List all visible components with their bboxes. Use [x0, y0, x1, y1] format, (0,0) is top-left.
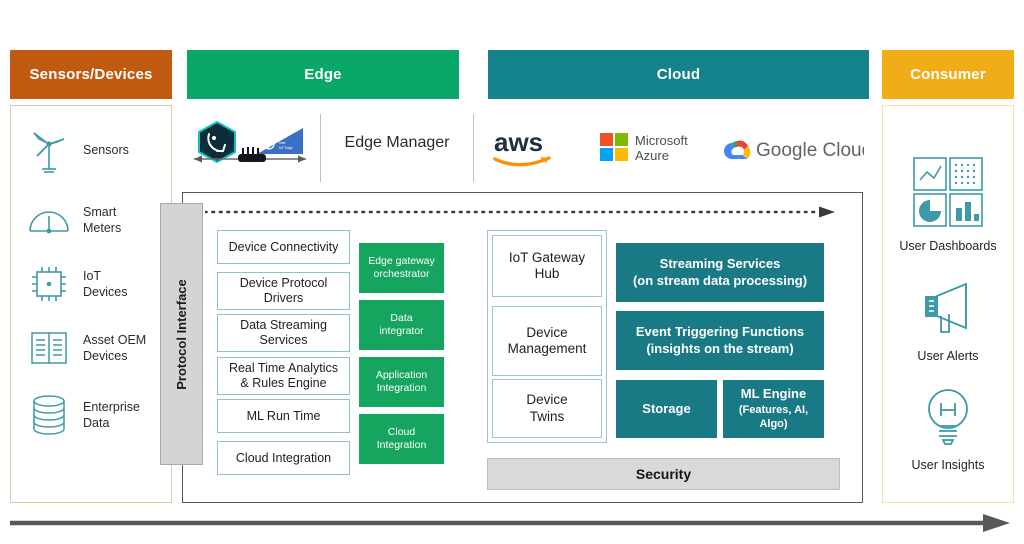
- edge-stack-box[interactable]: Cloud Integration: [217, 441, 350, 475]
- list-item-label: User Alerts: [917, 349, 979, 363]
- column-header-sensors-label: Sensors/Devices: [29, 66, 153, 83]
- cloud-service-streaming[interactable]: Streaming Services (on stream data proce…: [616, 243, 824, 302]
- architecture-diagram: Sensors/Devices Edge Cloud Consumer Sens…: [0, 0, 1024, 544]
- aws-logo-icon: aws: [493, 126, 571, 172]
- list-item: Smart Meters: [23, 194, 121, 246]
- svg-text:Google Cloud: Google Cloud: [756, 140, 864, 161]
- list-item: IoT Devices: [23, 258, 127, 310]
- edge-green-box[interactable]: Cloud Integration: [359, 414, 444, 464]
- cloud-service-ml-subtitle: (Features, AI, Algo): [738, 404, 809, 431]
- security-label: Security: [635, 466, 692, 482]
- gauge-meter-icon: [23, 194, 75, 246]
- column-header-edge-label: Edge: [304, 66, 342, 83]
- edge-device-bidirectional-arrow-icon: [186, 137, 314, 169]
- list-item-label: Sensors: [83, 143, 129, 157]
- column-header-sensors: Sensors/Devices: [10, 50, 172, 99]
- edge-stack-box[interactable]: Device Connectivity: [217, 230, 350, 264]
- cloud-service-event-title: Event Triggering Functions: [635, 323, 805, 339]
- svg-text:Azure: Azure: [635, 148, 669, 163]
- cloud-service-streaming-title: Streaming Services: [659, 255, 781, 271]
- google-cloud-logo-icon: Google Cloud: [724, 132, 872, 166]
- dotted-flow-arrow: [203, 204, 835, 220]
- protocol-interface-bar: Protocol Interface: [160, 203, 203, 465]
- megaphone-icon: [911, 282, 985, 344]
- cloud-service-streaming-subtitle: (on stream data processing): [632, 272, 808, 288]
- dashboard-grid-icon: [910, 157, 986, 234]
- edge-stack-box[interactable]: Real Time Analytics & Rules Engine: [217, 357, 350, 395]
- database-cylinder-icon: [23, 389, 75, 441]
- list-item: Asset OEM Devices: [23, 322, 146, 374]
- cloud-service-storage[interactable]: Storage: [616, 380, 717, 438]
- cloud-gateway-box[interactable]: Device Management: [492, 306, 602, 376]
- security-bar[interactable]: Security: [487, 458, 840, 490]
- open-book-icon: [23, 322, 75, 374]
- list-item: User Alerts: [883, 276, 1013, 363]
- list-item: User Insights: [883, 383, 1013, 472]
- cloud-service-storage-title: Storage: [642, 400, 691, 416]
- list-item-label: Asset OEM Devices: [83, 333, 147, 363]
- cloud-service-ml-title: ML Engine: [740, 386, 807, 402]
- edge-stack-box[interactable]: ML Run Time: [217, 399, 350, 433]
- list-item-label: Smart Meters: [83, 205, 122, 235]
- column-header-consumer-label: Consumer: [910, 66, 986, 83]
- consumer-panel: User Dashboards User Alerts User Insight…: [882, 105, 1014, 503]
- cloud-service-event-subtitle: (insights on the stream): [646, 340, 794, 356]
- protocol-interface-label: Protocol Interface: [174, 278, 189, 390]
- list-item: User Dashboards: [883, 154, 1013, 253]
- cloud-gateway-box[interactable]: IoT Gateway Hub: [492, 235, 602, 297]
- list-item-label: IoT Devices: [83, 269, 128, 299]
- wind-turbine-icon: [23, 124, 75, 176]
- divider: [320, 114, 322, 182]
- edge-green-box[interactable]: Application Integration: [359, 357, 444, 407]
- cloud-service-ml-engine[interactable]: ML Engine (Features, AI, Algo): [723, 380, 824, 438]
- list-item-label: User Insights: [911, 458, 985, 472]
- sensors-panel: Sensors Smart Meters IoT Devices Asset O…: [10, 105, 172, 503]
- edge-stack-box[interactable]: Device Protocol Drivers: [217, 272, 350, 310]
- svg-text:aws: aws: [494, 127, 543, 157]
- list-item-label: Enterprise Data: [83, 400, 140, 430]
- chip-icon: [23, 258, 75, 310]
- cloud-gateway-box[interactable]: Device Twins: [492, 379, 602, 438]
- edge-green-box[interactable]: Data integrator: [359, 300, 444, 350]
- list-item: Sensors: [23, 124, 129, 176]
- edge-stack-box[interactable]: Data Streaming Services: [217, 314, 350, 352]
- lightbulb-icon: [917, 389, 979, 453]
- column-header-consumer: Consumer: [882, 50, 1014, 99]
- cloud-service-event-triggering[interactable]: Event Triggering Functions (insights on …: [616, 311, 824, 370]
- column-header-cloud-label: Cloud: [656, 66, 701, 83]
- edge-manager-label: Edge Manager: [344, 134, 450, 151]
- edge-green-box[interactable]: Edge gateway orchestrator: [359, 243, 444, 293]
- bottom-flow-arrow: [10, 512, 1010, 534]
- column-header-cloud: Cloud: [488, 50, 869, 99]
- column-header-edge: Edge: [187, 50, 459, 99]
- svg-text:Microsoft: Microsoft: [635, 133, 688, 148]
- list-item-label: User Dashboards: [899, 239, 997, 253]
- microsoft-azure-logo-icon: Microsoft Azure: [600, 130, 700, 168]
- divider: [473, 114, 475, 182]
- list-item: Enterprise Data: [23, 389, 140, 441]
